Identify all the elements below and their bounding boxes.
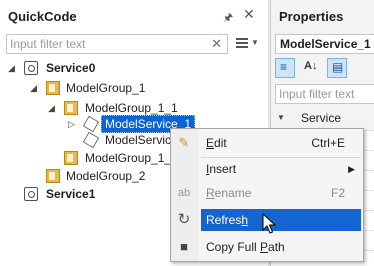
quickcode-header: QuickCode 🖈︎ ✕ bbox=[0, 0, 268, 34]
context-menu: ✎ Edit Ctrl+E Insert ▶ ab Rename F2 ↻ Re… bbox=[170, 128, 364, 262]
tree-node-label: Service0 bbox=[46, 61, 96, 75]
tree-node-service0[interactable]: ◢ Service0 bbox=[0, 58, 262, 78]
tree-node-modelgroup-1-2[interactable]: ModelGroup_1_2 bbox=[0, 148, 180, 168]
categorized-icon: ≡ bbox=[280, 60, 288, 74]
rename-icon: ab bbox=[177, 187, 191, 199]
sort-az-icon: A↓ bbox=[304, 60, 318, 72]
copy-path-icon: ■ bbox=[180, 239, 188, 254]
model-service-icon bbox=[82, 131, 100, 149]
submenu-arrow-icon: ▶ bbox=[348, 164, 355, 174]
property-category-service[interactable]: ▼ Service bbox=[271, 108, 374, 128]
menu-item-label: Edit bbox=[206, 136, 227, 150]
property-pages-icon: ▤ bbox=[332, 60, 344, 74]
model-group-icon bbox=[64, 101, 78, 115]
tree-node-label: ModelGroup_1_2 bbox=[85, 151, 178, 165]
tree-node-modelservice-2[interactable]: ModelServic bbox=[0, 130, 180, 150]
service-icon bbox=[24, 61, 38, 75]
model-group-icon bbox=[46, 169, 60, 183]
filter-list-icon bbox=[236, 38, 248, 48]
mouse-cursor-icon bbox=[262, 213, 276, 234]
menu-item-copy-full-path[interactable]: ■ Copy Full Path bbox=[171, 235, 363, 259]
category-label: Service bbox=[301, 111, 342, 125]
categorized-button[interactable]: ≡ bbox=[275, 58, 295, 78]
service-icon bbox=[24, 187, 38, 201]
menu-item-label: Refresh bbox=[206, 213, 249, 227]
properties-filter-field[interactable] bbox=[275, 84, 374, 104]
chevron-down-icon: ▼ bbox=[251, 38, 259, 47]
menu-item-shortcut: Ctrl+E bbox=[311, 136, 345, 150]
collapse-arrow-icon[interactable]: ◢ bbox=[8, 58, 18, 78]
property-pages-button[interactable]: ▤ bbox=[327, 58, 347, 78]
tree-node-modelgroup-1[interactable]: ◢ ModelGroup_1 bbox=[0, 78, 262, 98]
tree-node-label: Service1 bbox=[46, 187, 96, 201]
panel-title: QuickCode bbox=[8, 9, 77, 24]
menu-item-label: Rename bbox=[206, 186, 252, 200]
model-group-icon bbox=[46, 81, 60, 95]
tree-node-label: ModelServic bbox=[105, 133, 172, 147]
alphabetical-button[interactable]: A↓ bbox=[299, 58, 319, 78]
menu-item-insert[interactable]: Insert ▶ bbox=[171, 157, 363, 181]
collapse-arrow-icon[interactable]: ▼ bbox=[277, 108, 285, 128]
filter-options-button[interactable]: ▼ bbox=[234, 36, 260, 52]
pin-icon[interactable]: 🖈︎ bbox=[223, 9, 233, 28]
properties-filter-input[interactable] bbox=[276, 85, 374, 103]
collapse-arrow-icon[interactable]: ◢ bbox=[30, 78, 40, 98]
object-name-field[interactable]: ModelService_1 bbox=[275, 34, 374, 54]
menu-item-label: Copy Full Path bbox=[206, 240, 285, 254]
tree-node-service1[interactable]: Service1 bbox=[0, 184, 180, 204]
close-icon[interactable]: ✕ bbox=[243, 6, 255, 23]
clear-filter-icon[interactable]: ✕ bbox=[211, 36, 222, 52]
menu-item-shortcut: F2 bbox=[330, 186, 345, 200]
quickcode-filter-field[interactable]: ✕ bbox=[6, 34, 228, 54]
refresh-icon: ↻ bbox=[177, 211, 191, 228]
filter-input[interactable] bbox=[7, 35, 203, 53]
tree-node-modelgroup-2[interactable]: ModelGroup_2 bbox=[0, 166, 180, 186]
menu-item-label: Insert bbox=[206, 162, 237, 176]
menu-item-rename[interactable]: ab Rename F2 bbox=[171, 181, 363, 205]
model-group-icon bbox=[64, 151, 78, 165]
menu-item-edit[interactable]: ✎ Edit Ctrl+E bbox=[171, 131, 363, 155]
panel-title: Properties bbox=[279, 9, 344, 24]
tree-node-label: ModelGroup_1 bbox=[66, 81, 146, 95]
tree-node-label: ModelGroup_2 bbox=[66, 169, 146, 183]
pencil-icon: ✎ bbox=[178, 135, 190, 150]
